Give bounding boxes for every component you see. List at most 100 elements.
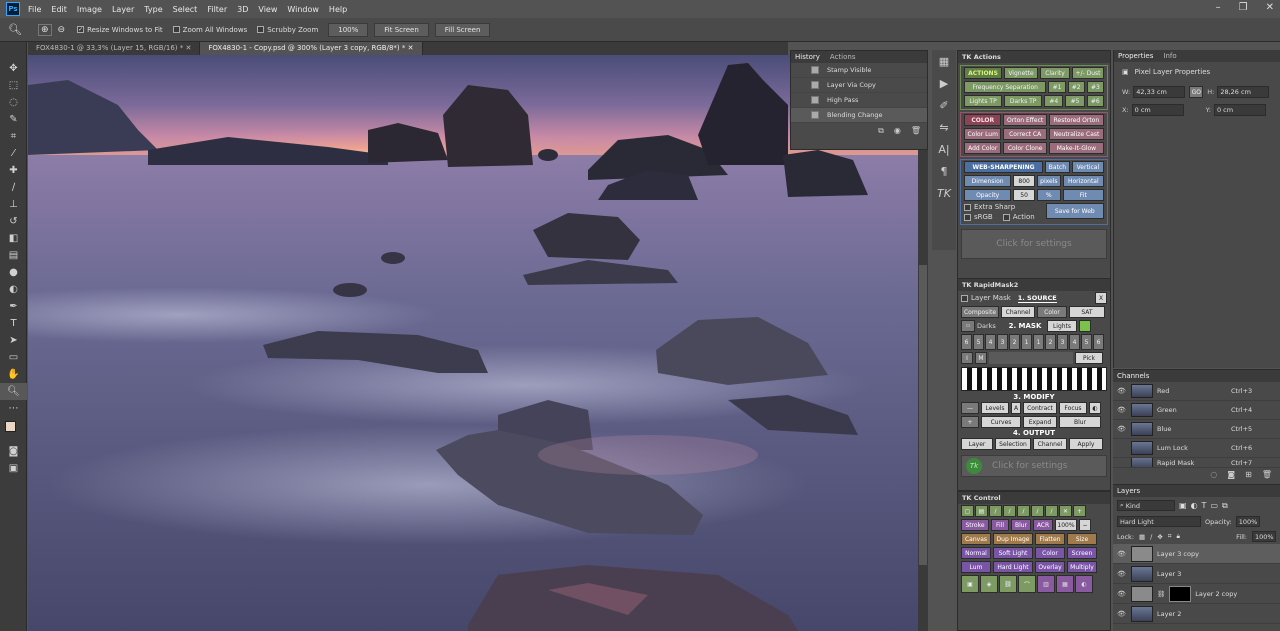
gradient-tool-icon[interactable]: ▤ <box>0 247 27 264</box>
dodge-tool-icon[interactable]: ◐ <box>0 281 27 298</box>
menu-type[interactable]: Type <box>144 5 162 14</box>
quick-mask-icon[interactable]: ◙ <box>0 443 27 460</box>
doc-tab-1[interactable]: FOX4830-1 @ 33,3% (Layer 15, RGB/16) * ✕ <box>28 42 201 55</box>
history-item[interactable]: High Pass <box>791 93 927 108</box>
more-tools-icon[interactable]: ⋯ <box>0 400 27 417</box>
color-clone-button[interactable]: Color Clone <box>1003 142 1047 154</box>
filter-pixel-icon[interactable]: ▣ <box>1179 501 1187 510</box>
sat-button[interactable]: SAT <box>1069 306 1105 318</box>
close-icon[interactable]: ✕ <box>1266 2 1274 13</box>
tab-info[interactable]: Info <box>1163 52 1176 60</box>
lock-pixels-icon[interactable]: ▦ <box>1139 533 1145 541</box>
curves-button[interactable]: Curves <box>981 416 1021 428</box>
blur-button[interactable]: Blur <box>1011 519 1031 531</box>
close-tab-icon[interactable]: ✕ <box>185 44 191 52</box>
channel-row[interactable]: 👁︎ Red Ctrl+3 <box>1113 382 1280 401</box>
soft-light-blend-button[interactable]: Soft Light <box>993 547 1033 559</box>
correct-ca-button[interactable]: Correct CA <box>1003 128 1047 140</box>
zone-button[interactable]: 2 <box>1045 334 1056 350</box>
trash-icon[interactable]: 🗑︎ <box>911 126 921 136</box>
link-dimensions-icon[interactable]: GO <box>1189 86 1204 98</box>
color-blend-button[interactable]: Color <box>1035 547 1065 559</box>
close-tab-icon[interactable]: ✕ <box>408 44 414 52</box>
y-field[interactable]: 0 cm <box>1213 104 1266 116</box>
invert-button[interactable]: I <box>961 352 973 364</box>
filter-type-icon[interactable]: T <box>1202 501 1207 510</box>
lock-all-icon[interactable]: 🔒︎ <box>1177 532 1180 541</box>
stamp-tool-icon[interactable]: ⊥ <box>0 196 27 213</box>
channel-button[interactable]: Channel <box>1001 306 1035 318</box>
expand-button[interactable]: Expand <box>1023 416 1057 428</box>
width-field[interactable]: 42,33 cm <box>1133 86 1186 98</box>
layer-icon[interactable]: ▣ <box>961 575 979 593</box>
menu-image[interactable]: Image <box>77 5 102 14</box>
tab-channels[interactable]: Channels <box>1117 372 1149 380</box>
lock-artboard-icon[interactable]: ⌗ <box>1168 532 1172 541</box>
tab-history[interactable]: History <box>795 53 820 61</box>
contract-minus-button[interactable]: — <box>961 402 979 414</box>
horizontal-button[interactable]: Horizontal <box>1062 175 1104 187</box>
new-channel-icon[interactable]: ⊞ <box>1245 470 1252 479</box>
brush-preset-icon[interactable]: ✐ <box>932 94 956 116</box>
darks-tp-button[interactable]: Darks TP <box>1004 95 1043 107</box>
vignette-button[interactable]: Vignette <box>1004 67 1038 79</box>
histogram-icon[interactable]: ▥ <box>1037 575 1055 593</box>
channel-row[interactable]: 👁︎ Green Ctrl+4 <box>1113 401 1280 420</box>
tab-layers[interactable]: Layers <box>1117 487 1140 495</box>
color-button[interactable]: Color <box>1037 306 1067 318</box>
zone-button[interactable]: 6 <box>1093 334 1104 350</box>
action-2-button[interactable]: #2 <box>1067 81 1085 93</box>
size-button[interactable]: Size <box>1067 533 1097 545</box>
layer-row[interactable]: 👁︎ Layer 2 <box>1113 604 1280 624</box>
transform-icon[interactable]: ✕ <box>1059 505 1072 517</box>
action-checkbox[interactable]: Action <box>1002 213 1035 221</box>
filter-adjust-icon[interactable]: ◐ <box>1191 501 1198 510</box>
clarity-button[interactable]: Clarity <box>1040 67 1070 79</box>
zoom-100-button[interactable]: 100% <box>328 22 369 37</box>
lasso-tool-icon[interactable]: ◌ <box>0 94 27 111</box>
zone-button[interactable]: 4 <box>985 334 996 350</box>
brush-hard-icon[interactable]: ∕ <box>1031 505 1044 517</box>
channel-row[interactable]: 👁︎ Blue Ctrl+5 <box>1113 420 1280 439</box>
focus-button[interactable]: Focus <box>1059 402 1087 414</box>
stroke-button[interactable]: Stroke <box>961 519 989 531</box>
batch-button[interactable]: Batch <box>1045 161 1070 173</box>
multiply-blend-button[interactable]: Multiply <box>1067 561 1097 573</box>
color-lum-button[interactable]: Color Lum <box>964 128 1002 140</box>
fill-button[interactable]: Fill <box>991 519 1009 531</box>
restored-orton-button[interactable]: Restored Orton <box>1048 114 1104 126</box>
paragraph-icon[interactable]: ¶ <box>932 160 956 182</box>
canvas-button[interactable]: Canvas <box>961 533 991 545</box>
doc-tab-2[interactable]: FOX4830-1 - Copy.psd @ 300% (Layer 3 cop… <box>200 42 423 55</box>
layer-mask-thumbnail[interactable] <box>1169 585 1192 602</box>
fit-button[interactable]: Fit <box>1062 189 1104 201</box>
action-3-button[interactable]: #3 <box>1086 81 1104 93</box>
menu-help[interactable]: Help <box>329 5 347 14</box>
mask-m-button[interactable]: M <box>975 352 987 364</box>
click-for-settings-button[interactable]: Tk Click for settings <box>961 455 1107 477</box>
percent-input[interactable]: 100% <box>1055 519 1077 531</box>
lock-paint-icon[interactable]: ∕ <box>1150 533 1152 541</box>
marquee-tool-icon[interactable]: ⬚ <box>0 77 27 94</box>
vertical-button[interactable]: Vertical <box>1071 161 1104 173</box>
grid-icon[interactable]: ▦ <box>1056 575 1074 593</box>
output-layer-button[interactable]: Layer <box>961 438 993 450</box>
maximize-icon[interactable]: ❐ <box>1239 2 1248 13</box>
neutralize-cast-button[interactable]: Neutralize Cast <box>1048 128 1104 140</box>
plus-icon[interactable]: + <box>1073 505 1086 517</box>
eyedropper-tool-icon[interactable]: ⁄ <box>0 145 27 162</box>
tk-logo-icon[interactable]: TK <box>932 182 956 204</box>
save-selection-icon[interactable]: ◙ <box>1227 470 1235 479</box>
frequency-separation-button[interactable]: Frequency Separation <box>964 81 1047 93</box>
lum-blend-button[interactable]: Lum <box>961 561 991 573</box>
filter-shape-icon[interactable]: ▭ <box>1210 501 1218 510</box>
hard-light-blend-button[interactable]: Hard Light <box>993 561 1033 573</box>
opacity-field[interactable]: 100% <box>1235 516 1260 527</box>
menu-edit[interactable]: Edit <box>51 5 67 14</box>
screen-mode-icon[interactable]: ▣ <box>0 460 27 477</box>
make-it-glow-button[interactable]: Make-It-Glow <box>1048 142 1104 154</box>
contrast-icon[interactable]: ◐ <box>1075 575 1093 593</box>
zoom-tool-icon[interactable]: 🔍︎ <box>8 23 22 36</box>
menu-select[interactable]: Select <box>173 5 198 14</box>
flatten-button[interactable]: Flatten <box>1035 533 1065 545</box>
